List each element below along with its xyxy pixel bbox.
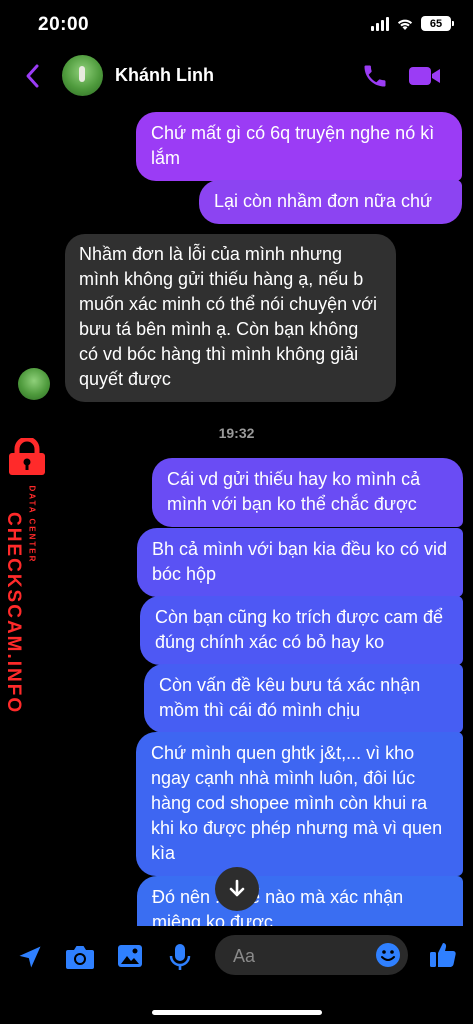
outgoing-message[interactable]: Chứ mình quen ghtk j&t,... vì kho ngay c… [136,732,463,876]
emoji-icon[interactable] [375,942,401,968]
chat-header: Khánh Linh [0,50,473,102]
contact-avatar-small[interactable] [18,368,50,400]
home-indicator[interactable] [152,1010,322,1015]
message-input-placeholder: Aa [233,946,256,966]
contact-avatar[interactable] [62,55,103,96]
thumbs-up-icon[interactable] [428,940,458,970]
contact-name[interactable]: Khánh Linh [115,65,214,86]
status-icons: 65 [371,16,454,31]
arrow-down-icon [229,879,245,897]
location-arrow-icon[interactable] [16,943,44,971]
outgoing-message[interactable]: Còn bạn cũng ko trích được cam để đúng c… [140,596,463,665]
outgoing-message[interactable]: Còn vấn đề kêu bưu tá xác nhận mồm thì c… [144,664,463,733]
cellular-signal-icon [371,16,389,31]
message-input[interactable]: Aa [215,935,408,975]
message-timestamp: 19:32 [218,425,255,441]
outgoing-message[interactable]: Chứ mất gì có 6q truyện nghe nó kì lắm [136,112,462,181]
message-composer: Aa [0,926,473,996]
outgoing-message[interactable]: Đó nên ... thể nào mà xác nhận miệng ko … [137,876,463,926]
camera-icon[interactable] [64,943,96,971]
scroll-to-bottom-button[interactable] [215,867,259,911]
message-thread[interactable]: Chứ mất gì có 6q truyện nghe nó kì lắm L… [0,108,473,926]
phone-call-icon[interactable] [361,62,389,90]
photo-gallery-icon[interactable] [116,942,144,970]
video-call-icon[interactable] [408,64,442,88]
wifi-icon [397,19,413,30]
outgoing-message[interactable]: Bh cả mình với bạn kia đều ko có vid bóc… [137,528,463,597]
status-bar: 20:00 65 [0,0,473,50]
microphone-icon[interactable] [168,942,192,972]
status-time: 20:00 [38,14,90,35]
back-arrow-icon[interactable] [22,62,44,90]
outgoing-message[interactable]: Cái vd gửi thiếu hay ko mình cả mình với… [152,458,463,527]
incoming-message[interactable]: Nhầm đơn là lỗi của mình nhưng mình khôn… [65,234,396,402]
outgoing-message[interactable]: Lại còn nhầm đơn nữa chứ [199,180,462,224]
battery-icon: 65 [421,16,454,31]
